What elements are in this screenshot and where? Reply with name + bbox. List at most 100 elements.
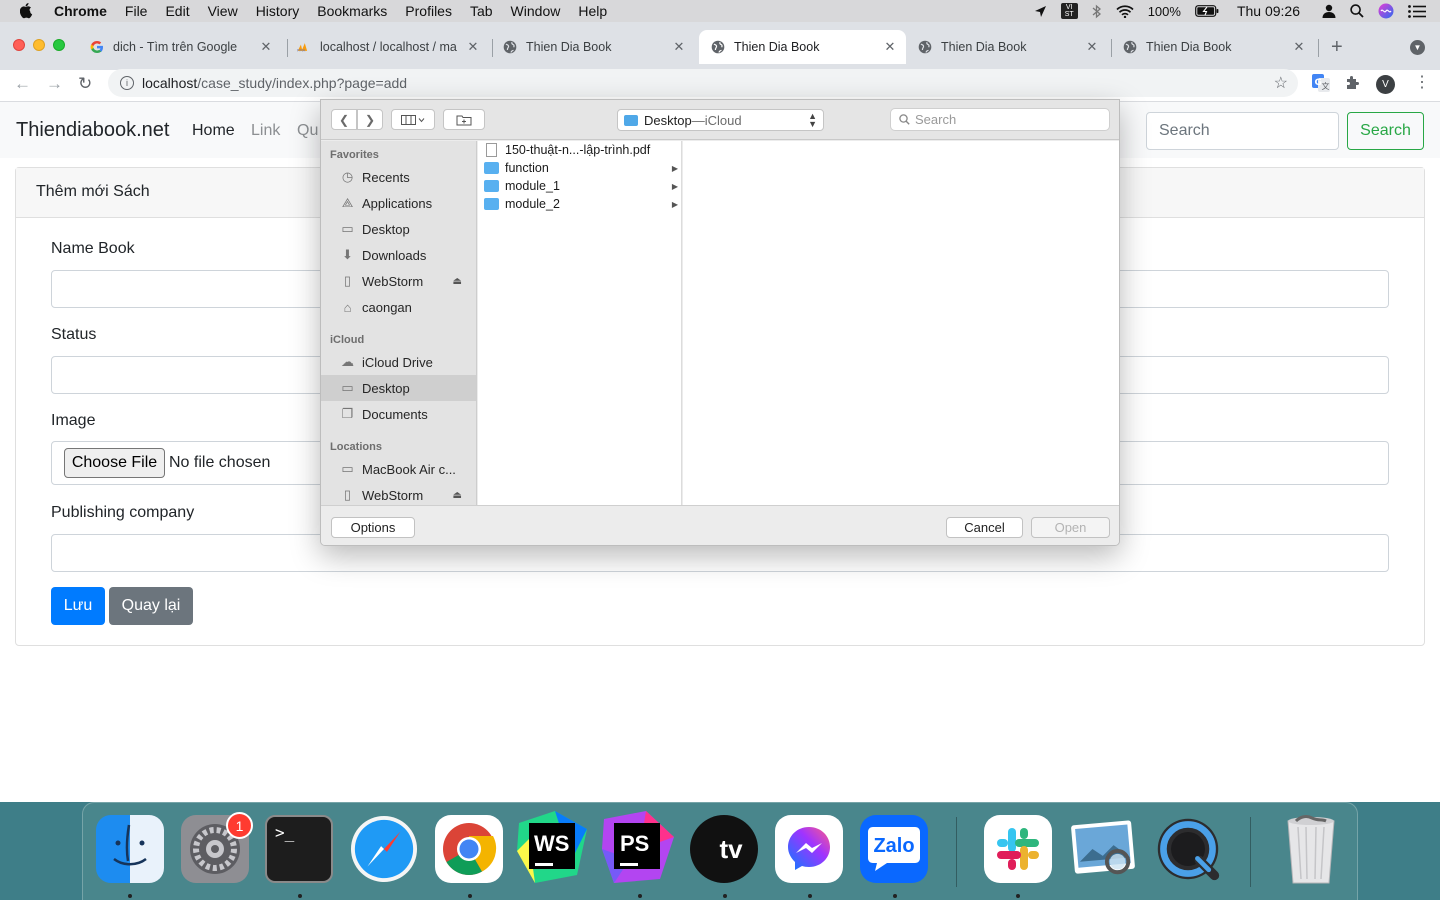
input-source-icon[interactable]: VI ST — [1060, 3, 1078, 19]
new-tab-plus-icon[interactable]: + — [1331, 36, 1343, 59]
nav-dropdown-link[interactable]: Qu — [297, 122, 318, 140]
menu-app-name[interactable]: Chrome — [54, 3, 107, 19]
minimize-window-button[interactable] — [33, 39, 45, 51]
address-bar[interactable]: i localhost/case_study/index.php?page=ad… — [108, 69, 1298, 97]
file-row-module-1[interactable]: module_1 ▶ — [478, 177, 682, 195]
bluetooth-icon[interactable] — [1092, 4, 1102, 19]
user-icon[interactable] — [1322, 4, 1336, 18]
apple-tv-icon[interactable]: tv — [690, 815, 758, 883]
sidebar-item-documents[interactable]: ❐ Documents — [321, 401, 476, 427]
menu-profiles[interactable]: Profiles — [405, 3, 452, 19]
close-tab-icon[interactable]: ✕ — [258, 39, 274, 55]
extensions-puzzle-icon[interactable] — [1345, 74, 1361, 95]
apple-menu-icon[interactable] — [20, 3, 36, 19]
terminal-icon[interactable]: >_ — [265, 815, 333, 883]
menu-history[interactable]: History — [256, 3, 300, 19]
tab-thien-dia-book-active[interactable]: Thien Dia Book ✕ — [699, 30, 906, 64]
location-popup[interactable]: Desktop — iCloud ▲ ▼ — [617, 109, 824, 131]
dialog-back-chevron-icon[interactable]: ❮ — [331, 109, 357, 130]
menu-window[interactable]: Window — [511, 3, 561, 19]
close-tab-icon[interactable]: ✕ — [465, 39, 481, 55]
notification-center-icon[interactable] — [1408, 4, 1426, 18]
dialog-search-field[interactable]: Search — [890, 108, 1110, 131]
site-brand[interactable]: Thiendiabook.net — [16, 119, 169, 142]
back-button[interactable]: Quay lại — [109, 587, 193, 625]
nav-home-link[interactable]: Home — [192, 122, 235, 140]
zalo-icon[interactable]: Zalo — [860, 815, 928, 883]
tab-thien-dia-book-1[interactable]: Thien Dia Book ✕ — [495, 30, 695, 64]
spotlight-search-icon[interactable] — [1350, 4, 1364, 18]
sidebar-item-home[interactable]: ⌂ caongan — [321, 294, 476, 320]
tab-separator — [287, 39, 288, 57]
forward-arrow-icon[interactable]: → — [46, 74, 63, 94]
close-tab-icon[interactable]: ✕ — [882, 39, 898, 55]
sidebar-item-desktop-favorite[interactable]: ▭ Desktop — [321, 216, 476, 242]
options-button[interactable]: Options — [331, 517, 415, 538]
reload-icon[interactable]: ↻ — [78, 74, 92, 94]
wifi-icon[interactable] — [1116, 4, 1134, 18]
siri-icon[interactable] — [1378, 3, 1394, 19]
save-button[interactable]: Lưu — [51, 587, 105, 625]
file-row-module-2[interactable]: module_2 ▶ — [478, 195, 682, 213]
close-window-button[interactable] — [13, 39, 25, 51]
tab-thien-dia-book-3[interactable]: Thien Dia Book ✕ — [910, 30, 1108, 64]
webstorm-icon[interactable]: WS — [515, 809, 591, 885]
menu-help[interactable]: Help — [578, 3, 607, 19]
url-text[interactable]: localhost/case_study/index.php?page=add — [142, 75, 407, 91]
sidebar-item-icloud-drive[interactable]: ☁ iCloud Drive — [321, 349, 476, 375]
messenger-icon[interactable] — [775, 815, 843, 883]
sidebar-item-macbook[interactable]: ▭ MacBook Air c... — [321, 456, 476, 482]
nav-link-link[interactable]: Link — [251, 122, 280, 140]
google-chrome-icon[interactable] — [435, 815, 503, 883]
maximize-window-button[interactable] — [53, 39, 65, 51]
bookmark-star-icon[interactable]: ☆ — [1274, 73, 1288, 93]
file-row-pdf[interactable]: 150-thuật-n...-lập-trình.pdf — [478, 141, 682, 159]
preview-icon[interactable] — [1069, 815, 1137, 883]
trash-icon[interactable] — [1277, 815, 1345, 884]
finder-icon[interactable] — [96, 815, 164, 883]
tab-google-search[interactable]: dich - Tìm trên Google ✕ — [82, 30, 282, 64]
sidebar-item-webstorm[interactable]: ▯ WebStorm ⏏ — [321, 268, 476, 294]
slack-icon[interactable] — [984, 815, 1052, 883]
tab-phpmyadmin[interactable]: PMA localhost / localhost / ma ✕ — [289, 30, 489, 64]
macos-dock: >_ WS PS tv Zalo — [82, 802, 1358, 900]
sidebar-item-webstorm-location[interactable]: ▯ WebStorm ⏏ — [321, 482, 476, 505]
sidebar-item-applications[interactable]: ⟁ Applications — [321, 190, 476, 216]
battery-icon[interactable] — [1195, 5, 1219, 17]
publishing-company-label: Publishing company — [51, 504, 195, 521]
eject-icon[interactable]: ⏏ — [453, 276, 462, 287]
profile-avatar[interactable]: V — [1376, 75, 1395, 94]
cancel-button[interactable]: Cancel — [946, 517, 1023, 538]
new-folder-icon[interactable] — [443, 109, 485, 130]
clock[interactable]: Thu 09:26 — [1237, 3, 1300, 19]
menu-edit[interactable]: Edit — [165, 3, 189, 19]
tab-search-chevron-icon[interactable]: ▼ — [1410, 40, 1425, 55]
choose-file-button[interactable]: Choose File — [64, 448, 165, 478]
close-tab-icon[interactable]: ✕ — [1291, 39, 1307, 55]
menu-file[interactable]: File — [125, 3, 148, 19]
quicktime-icon[interactable] — [1154, 815, 1222, 883]
phpstorm-icon[interactable]: PS — [600, 809, 676, 885]
back-arrow-icon[interactable]: ← — [14, 74, 31, 94]
open-button[interactable]: Open — [1031, 517, 1110, 538]
tab-thien-dia-book-4[interactable]: Thien Dia Book ✕ — [1115, 30, 1315, 64]
view-columns-icon[interactable] — [391, 109, 435, 130]
eject-icon[interactable]: ⏏ — [453, 490, 462, 501]
sidebar-item-desktop-icloud[interactable]: ▭ Desktop — [321, 375, 476, 401]
location-arrow-icon[interactable] — [1034, 5, 1047, 18]
safari-icon[interactable] — [350, 815, 418, 883]
file-row-function[interactable]: function ▶ — [478, 159, 682, 177]
site-search-button[interactable]: Search — [1347, 112, 1424, 150]
menu-view[interactable]: View — [208, 3, 238, 19]
google-translate-icon[interactable]: G文 — [1312, 74, 1330, 97]
menu-bookmarks[interactable]: Bookmarks — [317, 3, 387, 19]
chrome-menu-icon[interactable]: ⋮ — [1414, 72, 1430, 92]
site-search-input[interactable]: Search — [1146, 112, 1339, 150]
dialog-forward-chevron-icon[interactable]: ❯ — [357, 109, 383, 130]
sidebar-item-recents[interactable]: ◷ Recents — [321, 164, 476, 190]
close-tab-icon[interactable]: ✕ — [1084, 39, 1100, 55]
sidebar-item-downloads[interactable]: ⬇ Downloads — [321, 242, 476, 268]
close-tab-icon[interactable]: ✕ — [671, 39, 687, 55]
menu-tab[interactable]: Tab — [470, 3, 493, 19]
site-info-icon[interactable]: i — [120, 76, 134, 90]
